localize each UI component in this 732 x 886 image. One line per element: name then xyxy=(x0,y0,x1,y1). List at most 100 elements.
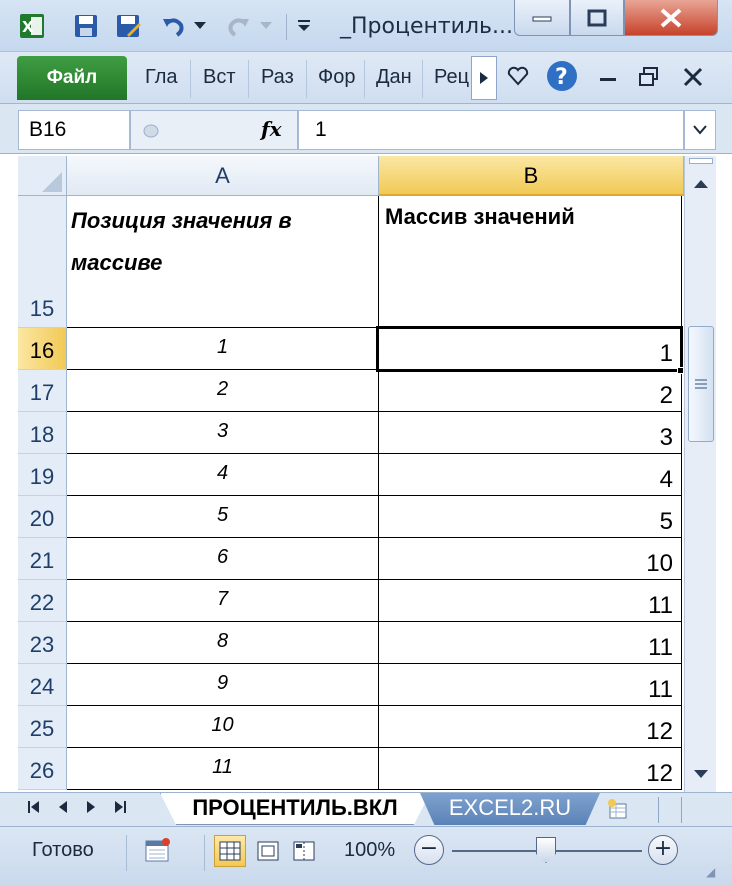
undo-icon[interactable] xyxy=(160,12,188,40)
position-cell[interactable]: 11 xyxy=(67,748,379,790)
tab-home[interactable]: Гла xyxy=(145,66,178,89)
zoom-slider-thumb[interactable] xyxy=(536,837,556,863)
value-cell[interactable]: 11 xyxy=(379,664,682,706)
insert-function-icon[interactable]: fx xyxy=(261,117,282,141)
sheet-tab-bar: ПРОЦЕНТИЛЬ.ВКЛ EXCEL2.RU xyxy=(0,792,732,826)
first-sheet-icon[interactable] xyxy=(28,801,40,817)
ribbon-tabs: Файл Гла Вст Раз Фор Дан Рец ? xyxy=(0,52,732,104)
normal-view-icon[interactable] xyxy=(214,835,246,867)
row-header[interactable]: 17 xyxy=(18,370,67,412)
scroll-down-icon[interactable] xyxy=(685,760,716,788)
position-cell[interactable]: 5 xyxy=(67,496,379,538)
zoom-level[interactable]: 100% xyxy=(344,839,395,862)
next-sheet-icon[interactable] xyxy=(86,801,96,817)
value-cell[interactable]: 4 xyxy=(379,454,682,496)
value-cell[interactable]: 5 xyxy=(379,496,682,538)
value-cell[interactable]: 11 xyxy=(379,580,682,622)
scroll-up-icon[interactable] xyxy=(685,170,716,198)
insert-sheet-icon[interactable] xyxy=(604,796,632,822)
svg-text:X: X xyxy=(22,18,34,36)
position-cell[interactable]: 8 xyxy=(67,622,379,664)
file-tab[interactable]: Файл xyxy=(17,56,127,100)
last-sheet-icon[interactable] xyxy=(114,801,126,817)
zoom-out-button[interactable]: − xyxy=(414,835,444,865)
row-header[interactable]: 24 xyxy=(18,664,67,706)
namebox-splitter-icon[interactable] xyxy=(143,123,159,142)
excel-logo-icon[interactable]: X xyxy=(18,12,46,40)
workbook-minimize-icon[interactable] xyxy=(598,66,618,90)
scroll-thumb[interactable] xyxy=(688,326,714,442)
status-divider xyxy=(126,835,127,871)
position-cell[interactable]: 2 xyxy=(67,370,379,412)
tab-divider xyxy=(248,60,249,98)
value-cell[interactable]: 1 xyxy=(379,328,682,370)
redo-dropdown-icon[interactable] xyxy=(256,12,276,40)
page-layout-view-icon[interactable] xyxy=(252,835,284,867)
maximize-button[interactable] xyxy=(570,0,624,36)
position-cell[interactable]: 7 xyxy=(67,580,379,622)
tab-divider xyxy=(306,60,307,98)
fill-handle[interactable] xyxy=(677,367,684,374)
prev-sheet-icon[interactable] xyxy=(58,801,68,817)
value-cell[interactable]: 10 xyxy=(379,538,682,580)
tab-data[interactable]: Дан xyxy=(376,66,412,89)
help-icon[interactable]: ? xyxy=(546,60,578,96)
position-cell[interactable]: 3 xyxy=(67,412,379,454)
record-macro-icon[interactable] xyxy=(144,837,172,867)
row-header[interactable]: 16 xyxy=(18,328,67,370)
row-header[interactable]: 15 xyxy=(18,196,67,328)
ribbon-minimize-icon[interactable] xyxy=(506,64,530,92)
value-cell[interactable]: 12 xyxy=(379,706,682,748)
sheet-tab[interactable]: EXCEL2.RU xyxy=(420,793,600,825)
row-header[interactable]: 18 xyxy=(18,412,67,454)
value-cell[interactable]: 2 xyxy=(379,370,682,412)
redo-icon[interactable] xyxy=(224,12,252,40)
position-cell[interactable]: 9 xyxy=(67,664,379,706)
row-header[interactable]: 25 xyxy=(18,706,67,748)
row-header[interactable]: 22 xyxy=(18,580,67,622)
position-cell[interactable]: 4 xyxy=(67,454,379,496)
position-cell[interactable]: 10 xyxy=(67,706,379,748)
row-header[interactable]: 21 xyxy=(18,538,67,580)
row-header[interactable]: 20 xyxy=(18,496,67,538)
resize-grip-icon[interactable]: ◢ xyxy=(706,865,715,879)
value-cell[interactable]: 12 xyxy=(379,748,682,790)
position-cell[interactable]: 1 xyxy=(67,328,379,370)
zoom-in-button[interactable]: + xyxy=(648,835,678,865)
value-cell[interactable]: 3 xyxy=(379,412,682,454)
undo-dropdown-icon[interactable] xyxy=(190,12,210,40)
tab-insert[interactable]: Вст xyxy=(203,66,236,89)
column-b-header-cell[interactable]: Массив значений xyxy=(379,196,682,328)
tab-scroll-right-button[interactable] xyxy=(471,56,497,100)
workbook-close-icon[interactable] xyxy=(682,66,704,92)
tab-split-handle[interactable] xyxy=(658,797,682,823)
qat-divider xyxy=(286,14,287,40)
workbook-restore-icon[interactable] xyxy=(638,66,660,92)
position-cell[interactable]: 6 xyxy=(67,538,379,580)
close-button[interactable] xyxy=(624,0,718,36)
tab-review[interactable]: Рец xyxy=(434,66,469,89)
expand-formula-bar-icon[interactable] xyxy=(684,110,716,150)
column-a-header-cell[interactable]: Позиция значения в массиве xyxy=(67,196,379,328)
page-break-view-icon[interactable] xyxy=(288,835,320,867)
vertical-scrollbar[interactable] xyxy=(684,156,716,792)
name-box[interactable]: B16 xyxy=(18,110,130,150)
minimize-button[interactable] xyxy=(514,0,570,36)
customize-qat-icon[interactable] xyxy=(292,12,316,40)
column-header-a[interactable]: A xyxy=(67,156,379,196)
row-header[interactable]: 26 xyxy=(18,748,67,790)
save-icon[interactable] xyxy=(72,12,100,40)
save-as-icon[interactable] xyxy=(114,12,142,40)
value-cell[interactable]: 11 xyxy=(379,622,682,664)
row-header[interactable]: 23 xyxy=(18,622,67,664)
sheet-tab-active[interactable]: ПРОЦЕНТИЛЬ.ВКЛ xyxy=(160,793,430,825)
row-header[interactable]: 19 xyxy=(18,454,67,496)
select-all-corner[interactable] xyxy=(18,156,67,196)
formula-input[interactable]: 1 xyxy=(298,110,684,150)
tab-formulas[interactable]: Фор xyxy=(318,66,355,89)
formula-bar: B16 fx 1 xyxy=(0,104,732,154)
split-box[interactable] xyxy=(689,158,713,164)
tab-page-layout[interactable]: Раз xyxy=(261,66,294,89)
column-header-b[interactable]: B xyxy=(379,156,684,196)
formula-tools: fx xyxy=(130,110,298,150)
